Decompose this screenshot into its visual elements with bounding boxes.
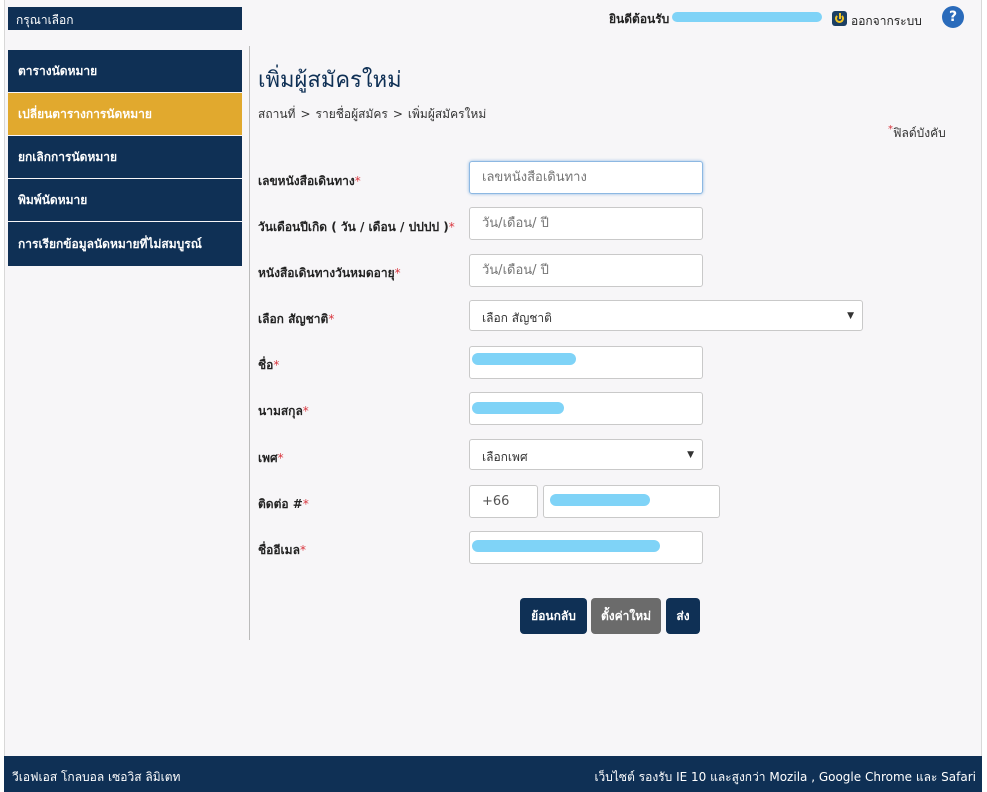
sidebar-item-print-appointment[interactable]: พิมพ์นัดหมาย: [8, 179, 242, 221]
email-label: ชื่ออีเมล*: [258, 541, 306, 560]
content-divider: [249, 46, 250, 640]
reset-button[interactable]: ตั้งค่าใหม่: [591, 598, 661, 634]
passport-expiry-label-text: หนังสือเดินทางวันหมดอายุ: [258, 266, 395, 280]
gender-label: เพศ*: [258, 449, 284, 468]
dob-input[interactable]: [469, 207, 703, 240]
required-star: *: [328, 312, 335, 326]
last-name-label-text: นามสกุล: [258, 404, 303, 418]
gender-label-text: เพศ: [258, 451, 278, 465]
required-star: *: [302, 404, 309, 418]
power-icon[interactable]: [832, 11, 847, 26]
nationality-value: เลือก สัญชาติ: [482, 311, 552, 325]
contact-label-text: ติดต่อ #: [258, 497, 303, 511]
help-icon[interactable]: ?: [942, 6, 964, 28]
redacted-first-name: [472, 353, 576, 365]
dob-label: วันเดือนปีเกิด ( วัน / เดือน / ปปปป )*: [258, 218, 455, 237]
contact-label: ติดต่อ #*: [258, 495, 309, 514]
breadcrumb-applicant-list[interactable]: รายชื่อผู้สมัคร: [316, 107, 388, 121]
required-star: *: [277, 451, 284, 465]
sidebar-item-reschedule[interactable]: เปลี่ยนตารางการนัดหมาย: [8, 93, 242, 135]
sidebar-item-appointment-schedule[interactable]: ตารางนัดหมาย: [8, 50, 242, 92]
dropdown-caret-icon: ▼: [847, 311, 854, 321]
dropdown-caret-icon: ▼: [687, 450, 694, 460]
passport-label-text: เลขหนังสือเดินทาง: [258, 174, 355, 188]
page-edge: [983, 0, 987, 792]
first-name-label-text: ชื่อ: [258, 358, 274, 372]
redacted-phone: [550, 494, 650, 506]
required-field-note: *ฟิลด์บังคับ: [888, 124, 946, 143]
required-star: *: [273, 358, 280, 372]
last-name-label: นามสกุล*: [258, 402, 309, 421]
passport-label: เลขหนังสือเดินทาง*: [258, 172, 361, 191]
nationality-label-text: เลือก สัญชาติ: [258, 312, 329, 326]
nationality-label: เลือก สัญชาติ*: [258, 310, 334, 329]
redacted-last-name: [472, 402, 564, 414]
nationality-select[interactable]: เลือก สัญชาติ ▼: [469, 300, 863, 331]
required-star: *: [394, 266, 401, 280]
first-name-label: ชื่อ*: [258, 356, 279, 375]
dob-label-text: วันเดือนปีเกิด ( วัน / เดือน / ปปปป ): [258, 220, 449, 234]
required-star: *: [302, 497, 309, 511]
required-note-text: ฟิลด์บังคับ: [893, 126, 946, 140]
submit-button[interactable]: ส่ง: [666, 598, 700, 634]
redacted-email: [472, 540, 660, 552]
breadcrumb: สถานที่ > รายชื่อผู้สมัคร > เพิ่มผู้สมัครใหม…: [258, 105, 486, 124]
footer-browser-note: เว็บไซต์ รองรับ IE 10 และสูงกว่า Mozila …: [594, 770, 976, 784]
required-star: *: [448, 220, 455, 234]
menu-title: กรุณาเลือก: [8, 7, 242, 30]
logout-link[interactable]: ออกจากระบบ: [851, 12, 922, 31]
footer: วีเอฟเอส โกลบอล เซอวิส ลิมิเตท เว็บไซต์ …: [4, 756, 982, 792]
email-label-text: ชื่ออีเมล: [258, 543, 300, 557]
sidebar-item-cancel-appointment[interactable]: ยกเลิกการนัดหมาย: [8, 136, 242, 178]
breadcrumb-current: เพิ่มผู้สมัครใหม่: [407, 107, 487, 121]
welcome-text: ยินดีต้อนรับ: [609, 12, 670, 26]
breadcrumb-separator: >: [392, 107, 403, 121]
passport-input[interactable]: [469, 161, 703, 194]
passport-expiry-label: หนังสือเดินทางวันหมดอายุ*: [258, 264, 401, 283]
page-title: เพิ่มผู้สมัครใหม่: [258, 67, 402, 92]
passport-expiry-input[interactable]: [469, 254, 703, 287]
required-star: *: [354, 174, 361, 188]
breadcrumb-location[interactable]: สถานที่: [258, 107, 295, 121]
back-button[interactable]: ย้อนกลับ: [520, 598, 587, 634]
footer-company: วีเอฟเอส โกลบอล เซอวิส ลิมิเตท: [12, 770, 181, 784]
required-star: *: [299, 543, 306, 557]
breadcrumb-separator: >: [300, 107, 311, 121]
gender-value: เลือกเพศ: [482, 450, 528, 464]
redacted-user-name: [672, 12, 822, 22]
sidebar: ตารางนัดหมาย เปลี่ยนตารางการนัดหมาย ยกเล…: [8, 50, 242, 267]
sidebar-item-incomplete-appointments[interactable]: การเรียกข้อมูลนัดหมายที่ไม่สมบูรณ์: [8, 222, 242, 266]
gender-select[interactable]: เลือกเพศ ▼: [469, 439, 703, 470]
country-code-input[interactable]: +66: [469, 485, 538, 518]
